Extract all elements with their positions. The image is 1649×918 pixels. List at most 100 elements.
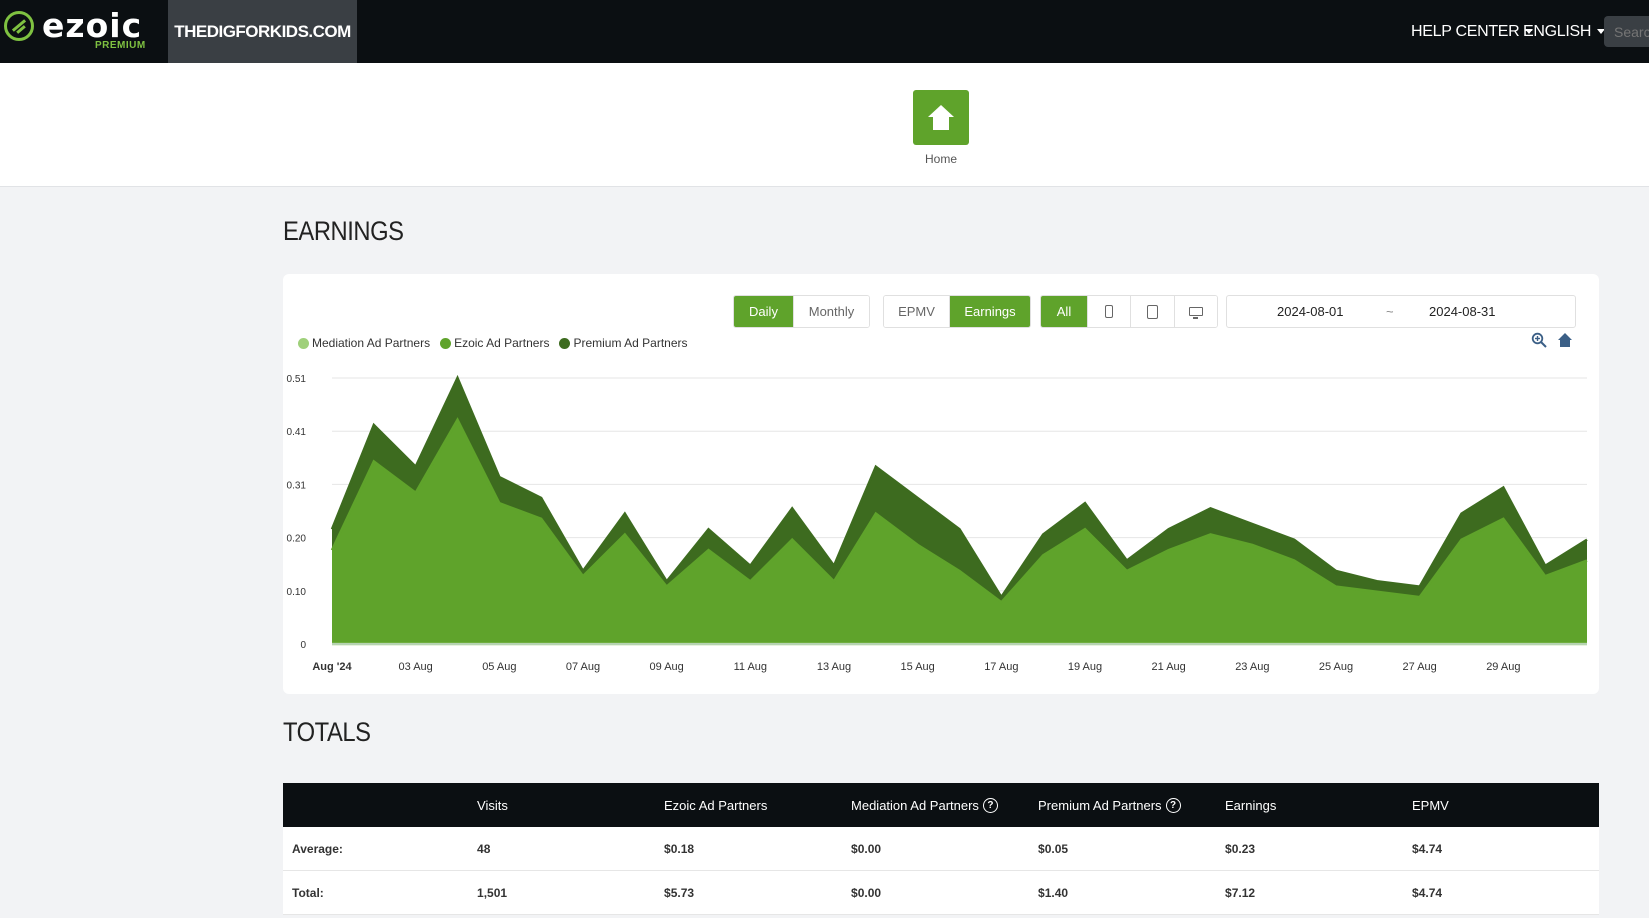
top-navbar: ezoic PREMIUM THEDIGFORKIDS.COM HELP CEN… — [0, 0, 1649, 63]
logo-subtitle: PREMIUM — [95, 40, 146, 51]
y-tick-label: 0.20 — [287, 534, 307, 545]
help-center-dropdown[interactable]: HELP CENTER — [1411, 0, 1534, 63]
table-cell: $0.18 — [664, 841, 695, 856]
column-header-label: Mediation Ad Partners — [851, 797, 979, 813]
legend-label: Premium Ad Partners — [573, 336, 688, 350]
column-header: Visits — [477, 798, 664, 813]
x-tick-label: 25 Aug — [1319, 661, 1353, 673]
legend-ezoic[interactable]: Ezoic Ad Partners — [440, 336, 549, 350]
table-cell: $0.00 — [851, 841, 882, 856]
mobile-button[interactable] — [1087, 296, 1130, 327]
table-cell: $1.40 — [1038, 885, 1069, 900]
column-header-label: Earnings — [1225, 797, 1277, 813]
mobile-icon — [1105, 305, 1113, 318]
table-cell: $0.00 — [851, 885, 882, 900]
x-tick-label: 17 Aug — [984, 661, 1018, 673]
home-icon-body — [933, 117, 949, 130]
desktop-button[interactable] — [1174, 296, 1217, 327]
x-tick-label: 03 Aug — [399, 661, 433, 673]
column-header: Earnings — [1225, 798, 1412, 813]
date-range-picker[interactable]: 2024-08-01 ~ 2024-08-31 — [1226, 295, 1576, 328]
site-selector[interactable]: THEDIGFORKIDS.COM — [168, 0, 357, 63]
column-header: Mediation Ad Partners? — [851, 797, 1038, 813]
language-label: ENGLISH — [1523, 22, 1592, 40]
table-row: Average: 48 $0.18 $0.00 $0.05 $0.23 $4.7… — [283, 827, 1599, 871]
home-icon — [928, 105, 954, 117]
column-header: Premium Ad Partners? — [1038, 797, 1225, 813]
legend-label: Ezoic Ad Partners — [454, 336, 550, 350]
x-tick-label: 27 Aug — [1403, 661, 1437, 673]
epmv-button[interactable]: EPMV — [884, 296, 949, 327]
monthly-button[interactable]: Monthly — [793, 296, 869, 327]
y-tick-label: 0.51 — [287, 374, 307, 385]
all-devices-button[interactable]: All — [1041, 296, 1087, 327]
ezoic-logo-icon — [4, 11, 34, 41]
table-row: Total: 1,501 $5.73 $0.00 $1.40 $7.12 $4.… — [283, 871, 1599, 915]
table-cell: 1,501 — [477, 885, 508, 900]
legend-dot — [559, 337, 571, 349]
y-tick-label: 0 — [300, 640, 306, 651]
home-button[interactable] — [913, 90, 969, 145]
row-label: Average: — [292, 841, 343, 856]
daily-button[interactable]: Daily — [734, 296, 793, 327]
column-header: Ezoic Ad Partners — [664, 798, 851, 813]
row-label: Total: — [292, 885, 324, 900]
help-question-icon[interactable]: ? — [1165, 797, 1181, 813]
table-cell: $4.74 — [1412, 841, 1443, 856]
totals-table: Visits Ezoic Ad Partners Mediation Ad Pa… — [283, 783, 1599, 915]
x-tick-label: 11 Aug — [734, 661, 767, 673]
y-tick-label: 0.10 — [287, 587, 307, 598]
table-cell: $0.05 — [1038, 841, 1069, 856]
x-tick-label: 09 Aug — [650, 661, 684, 673]
tablet-icon — [1147, 304, 1158, 319]
help-center-label: HELP CENTER — [1411, 22, 1520, 40]
x-tick-label: 05 Aug — [482, 661, 516, 673]
ezoic-logo[interactable]: ezoic PREMIUM — [0, 0, 168, 63]
column-header-label: Visits — [477, 797, 508, 813]
earnings-chart-card: 0 0.10 0.20 0.31 0.41 0.51 Aug '24 03 Aug 05 Aug… — [283, 274, 1599, 694]
legend-mediation[interactable]: Mediation Ad Partners — [298, 336, 430, 350]
metric-toggle: EPMV Earnings — [883, 295, 1031, 328]
device-toggle: All — [1040, 295, 1218, 328]
column-header-label: EPMV — [1412, 797, 1449, 813]
y-tick-label: 0.41 — [287, 427, 307, 438]
x-tick-label: 21 Aug — [1152, 661, 1186, 673]
earnings-title: EARNINGS — [283, 216, 404, 246]
date-end: 2024-08-31 — [1429, 304, 1496, 319]
table-header: Visits Ezoic Ad Partners Mediation Ad Pa… — [283, 783, 1599, 827]
table-cell: 48 — [477, 841, 491, 856]
earnings-button[interactable]: Earnings — [949, 296, 1030, 327]
column-header-label: Ezoic Ad Partners — [664, 797, 768, 813]
totals-title: TOTALS — [283, 717, 371, 747]
search-input[interactable] — [1604, 16, 1649, 47]
legend-label: Mediation Ad Partners — [312, 336, 431, 350]
legend-premium[interactable]: Premium Ad Partners — [559, 336, 688, 350]
tablet-button[interactable] — [1130, 296, 1174, 327]
home-strip: Home — [0, 63, 1649, 187]
table-cell: $0.23 — [1225, 841, 1256, 856]
table-cell: $4.74 — [1412, 885, 1443, 900]
table-cell: $7.12 — [1225, 885, 1256, 900]
zoom-icon[interactable] — [1531, 332, 1547, 348]
x-tick-label: 19 Aug — [1068, 661, 1102, 673]
home-label: Home — [924, 152, 957, 166]
legend-dot — [298, 337, 309, 349]
chart-legend: Mediation Ad Partners Ezoic Ad Partners … — [298, 336, 688, 350]
x-tick-label: 13 Aug — [817, 661, 851, 673]
x-tick-label: 23 Aug — [1235, 661, 1269, 673]
x-tick-label: 29 Aug — [1486, 661, 1520, 673]
legend-dot — [440, 337, 452, 349]
column-header: EPMV — [1412, 798, 1599, 813]
desktop-icon — [1189, 307, 1203, 319]
period-toggle: Daily Monthly — [733, 295, 870, 328]
x-tick-label: 15 Aug — [901, 661, 935, 673]
reset-zoom-home-icon[interactable] — [1557, 332, 1573, 348]
column-header-label: Premium Ad Partners — [1038, 797, 1162, 813]
x-tick-label: Aug '24 — [312, 661, 352, 673]
table-cell: $5.73 — [664, 885, 695, 900]
help-question-icon[interactable]: ? — [982, 797, 998, 813]
date-separator: ~ — [1386, 304, 1394, 319]
language-dropdown[interactable]: ENGLISH — [1523, 0, 1606, 63]
date-start: 2024-08-01 — [1277, 304, 1344, 319]
x-tick-label: 07 Aug — [566, 661, 600, 673]
